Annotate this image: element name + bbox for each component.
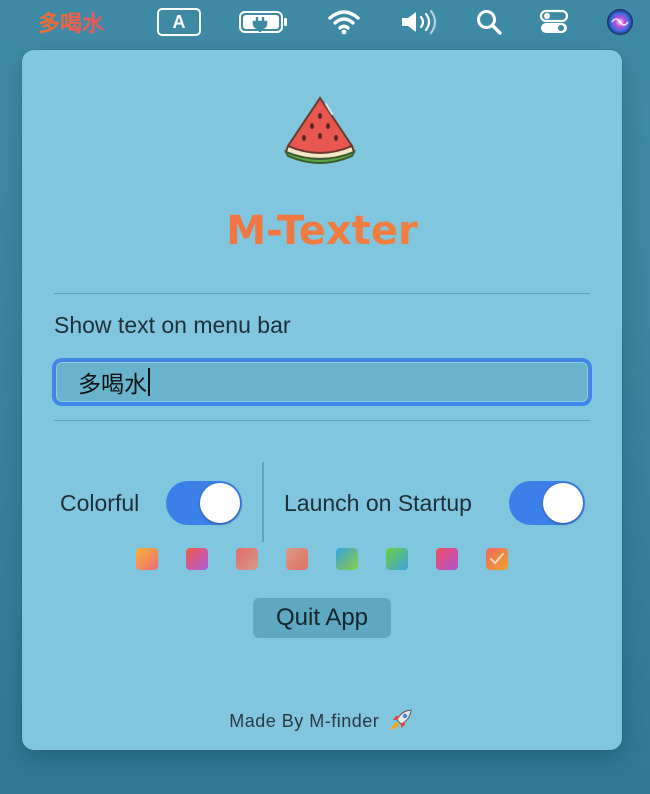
wifi-icon[interactable] [326,0,362,44]
volume-icon[interactable] [398,0,440,44]
watermelon-icon [282,94,358,164]
search-icon[interactable] [474,0,504,44]
quit-app-button[interactable]: Quit App [253,598,391,638]
app-popover: M-Texter Show text on menu bar 多喝水 Color… [22,50,622,750]
menubar-text-value: 多喝水 [78,372,147,398]
siri-icon[interactable] [604,0,636,44]
menubar-app-text[interactable]: 多喝水 [38,0,118,44]
control-center-icon[interactable] [538,0,570,44]
app-title: M-Texter [22,208,622,254]
color-swatch[interactable] [436,548,458,570]
startup-toggle-knob [543,483,583,523]
text-caret [148,368,150,396]
divider-bottom [54,420,590,421]
rocket-icon [390,709,412,730]
footer-credit: Made By M-finder [22,708,622,732]
footer-text: Made By M-finder [229,711,380,731]
color-swatch[interactable] [236,548,258,570]
launch-on-startup-toggle[interactable] [509,481,585,525]
color-swatch[interactable] [486,548,508,570]
divider-top [54,293,590,294]
input-source-indicator[interactable]: A [157,8,201,36]
battery-charging-icon[interactable] [237,0,291,44]
color-swatch[interactable] [386,548,408,570]
colorful-toggle[interactable] [166,481,242,525]
color-swatch[interactable] [186,548,208,570]
menubar-text-input[interactable]: 多喝水 [52,358,592,406]
toggle-separator [262,462,264,542]
menu-bar: 多喝水 A [0,0,650,44]
colorful-label: Colorful [60,490,140,516]
color-swatch[interactable] [136,548,158,570]
show-text-label: Show text on menu bar [54,312,291,338]
color-swatch[interactable] [336,548,358,570]
launch-on-startup-label: Launch on Startup [284,490,472,516]
colorful-toggle-knob [200,483,240,523]
color-swatch[interactable] [286,548,308,570]
